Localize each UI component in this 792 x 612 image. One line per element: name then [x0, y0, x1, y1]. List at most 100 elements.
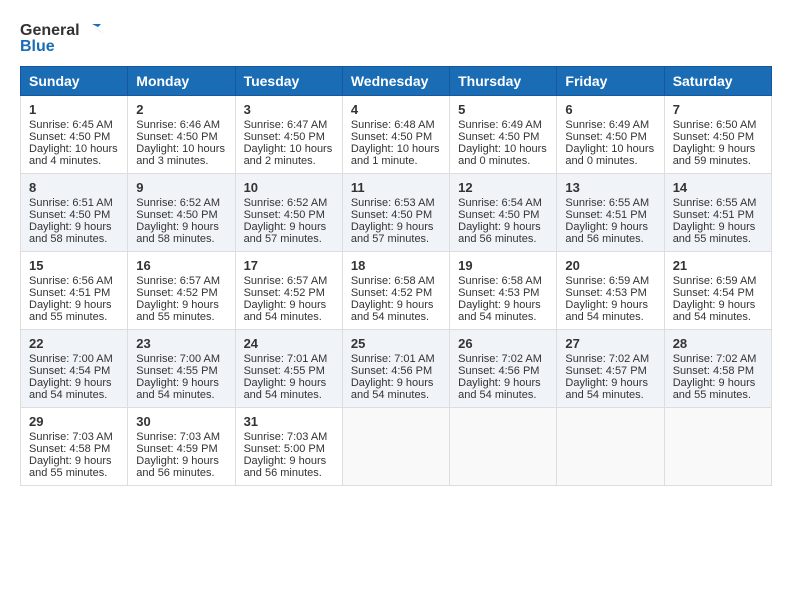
daylight-label: Daylight: 9 hours and 56 minutes. — [565, 221, 648, 245]
empty-cell — [450, 408, 557, 486]
sunset-label: Sunset: 4:50 PM — [351, 131, 432, 143]
sunrise-label: Sunrise: 6:53 AM — [351, 197, 435, 209]
calendar-day-cell: 1 Sunrise: 6:45 AM Sunset: 4:50 PM Dayli… — [21, 96, 128, 174]
sunset-label: Sunset: 4:54 PM — [29, 365, 110, 377]
calendar-week-row: 15 Sunrise: 6:56 AM Sunset: 4:51 PM Dayl… — [21, 252, 772, 330]
sunrise-label: Sunrise: 6:59 AM — [565, 275, 649, 287]
sunrise-label: Sunrise: 6:57 AM — [136, 275, 220, 287]
sunrise-label: Sunrise: 6:59 AM — [673, 275, 757, 287]
daylight-label: Daylight: 9 hours and 56 minutes. — [136, 455, 219, 479]
day-number: 25 — [351, 336, 441, 351]
calendar-week-row: 22 Sunrise: 7:00 AM Sunset: 4:54 PM Dayl… — [21, 330, 772, 408]
sunrise-label: Sunrise: 6:49 AM — [458, 119, 542, 131]
daylight-label: Daylight: 9 hours and 54 minutes. — [565, 299, 648, 323]
sunset-label: Sunset: 4:57 PM — [565, 365, 646, 377]
calendar-day-cell: 23 Sunrise: 7:00 AM Sunset: 4:55 PM Dayl… — [128, 330, 235, 408]
sunset-label: Sunset: 4:52 PM — [136, 287, 217, 299]
sunrise-label: Sunrise: 7:00 AM — [136, 353, 220, 365]
daylight-label: Daylight: 9 hours and 54 minutes. — [351, 377, 434, 401]
calendar-day-cell: 8 Sunrise: 6:51 AM Sunset: 4:50 PM Dayli… — [21, 174, 128, 252]
sunset-label: Sunset: 4:50 PM — [673, 131, 754, 143]
sunset-label: Sunset: 4:50 PM — [351, 209, 432, 221]
day-header-tuesday: Tuesday — [235, 67, 342, 96]
calendar-day-cell: 3 Sunrise: 6:47 AM Sunset: 4:50 PM Dayli… — [235, 96, 342, 174]
sunrise-label: Sunrise: 7:01 AM — [244, 353, 328, 365]
sunset-label: Sunset: 4:51 PM — [29, 287, 110, 299]
sunset-label: Sunset: 4:56 PM — [458, 365, 539, 377]
sunrise-label: Sunrise: 6:50 AM — [673, 119, 757, 131]
day-number: 8 — [29, 180, 119, 195]
daylight-label: Daylight: 9 hours and 54 minutes. — [244, 377, 327, 401]
daylight-label: Daylight: 10 hours and 0 minutes. — [458, 143, 547, 167]
calendar-day-cell: 4 Sunrise: 6:48 AM Sunset: 4:50 PM Dayli… — [342, 96, 449, 174]
sunset-label: Sunset: 4:50 PM — [244, 131, 325, 143]
calendar-day-cell: 20 Sunrise: 6:59 AM Sunset: 4:53 PM Dayl… — [557, 252, 664, 330]
sunset-label: Sunset: 4:50 PM — [458, 209, 539, 221]
day-number: 14 — [673, 180, 763, 195]
calendar-day-cell: 12 Sunrise: 6:54 AM Sunset: 4:50 PM Dayl… — [450, 174, 557, 252]
daylight-label: Daylight: 10 hours and 3 minutes. — [136, 143, 225, 167]
day-number: 31 — [244, 414, 334, 429]
calendar-day-cell: 31 Sunrise: 7:03 AM Sunset: 5:00 PM Dayl… — [235, 408, 342, 486]
calendar-day-cell: 6 Sunrise: 6:49 AM Sunset: 4:50 PM Dayli… — [557, 96, 664, 174]
daylight-label: Daylight: 9 hours and 55 minutes. — [29, 455, 112, 479]
daylight-label: Daylight: 9 hours and 55 minutes. — [673, 377, 756, 401]
day-number: 22 — [29, 336, 119, 351]
day-header-friday: Friday — [557, 67, 664, 96]
daylight-label: Daylight: 10 hours and 2 minutes. — [244, 143, 333, 167]
day-header-monday: Monday — [128, 67, 235, 96]
sunset-label: Sunset: 5:00 PM — [244, 443, 325, 455]
day-number: 30 — [136, 414, 226, 429]
sunset-label: Sunset: 4:52 PM — [244, 287, 325, 299]
daylight-label: Daylight: 9 hours and 57 minutes. — [351, 221, 434, 245]
calendar-day-cell: 14 Sunrise: 6:55 AM Sunset: 4:51 PM Dayl… — [664, 174, 771, 252]
sunset-label: Sunset: 4:51 PM — [673, 209, 754, 221]
daylight-label: Daylight: 9 hours and 58 minutes. — [29, 221, 112, 245]
sunset-label: Sunset: 4:50 PM — [136, 131, 217, 143]
day-number: 11 — [351, 180, 441, 195]
sunset-label: Sunset: 4:55 PM — [136, 365, 217, 377]
daylight-label: Daylight: 10 hours and 0 minutes. — [565, 143, 654, 167]
day-number: 27 — [565, 336, 655, 351]
calendar-day-cell: 7 Sunrise: 6:50 AM Sunset: 4:50 PM Dayli… — [664, 96, 771, 174]
empty-cell — [557, 408, 664, 486]
day-number: 2 — [136, 102, 226, 117]
sunrise-label: Sunrise: 6:46 AM — [136, 119, 220, 131]
daylight-label: Daylight: 9 hours and 55 minutes. — [673, 221, 756, 245]
day-number: 10 — [244, 180, 334, 195]
empty-cell — [664, 408, 771, 486]
day-number: 28 — [673, 336, 763, 351]
day-number: 18 — [351, 258, 441, 273]
calendar-day-cell: 27 Sunrise: 7:02 AM Sunset: 4:57 PM Dayl… — [557, 330, 664, 408]
daylight-label: Daylight: 9 hours and 54 minutes. — [351, 299, 434, 323]
calendar-day-cell: 5 Sunrise: 6:49 AM Sunset: 4:50 PM Dayli… — [450, 96, 557, 174]
sunset-label: Sunset: 4:50 PM — [244, 209, 325, 221]
daylight-label: Daylight: 9 hours and 54 minutes. — [565, 377, 648, 401]
sunset-label: Sunset: 4:50 PM — [565, 131, 646, 143]
sunrise-label: Sunrise: 7:01 AM — [351, 353, 435, 365]
daylight-label: Daylight: 9 hours and 56 minutes. — [244, 455, 327, 479]
sunset-label: Sunset: 4:50 PM — [29, 209, 110, 221]
sunrise-label: Sunrise: 7:02 AM — [673, 353, 757, 365]
calendar-day-cell: 13 Sunrise: 6:55 AM Sunset: 4:51 PM Dayl… — [557, 174, 664, 252]
sunrise-label: Sunrise: 6:52 AM — [136, 197, 220, 209]
sunset-label: Sunset: 4:50 PM — [29, 131, 110, 143]
calendar-day-cell: 18 Sunrise: 6:58 AM Sunset: 4:52 PM Dayl… — [342, 252, 449, 330]
daylight-label: Daylight: 9 hours and 54 minutes. — [458, 299, 541, 323]
logo-container: General Blue — [20, 20, 104, 56]
calendar-day-cell: 29 Sunrise: 7:03 AM Sunset: 4:58 PM Dayl… — [21, 408, 128, 486]
calendar-day-cell: 26 Sunrise: 7:02 AM Sunset: 4:56 PM Dayl… — [450, 330, 557, 408]
sunset-label: Sunset: 4:50 PM — [458, 131, 539, 143]
sunset-label: Sunset: 4:54 PM — [673, 287, 754, 299]
sunrise-label: Sunrise: 6:52 AM — [244, 197, 328, 209]
calendar-day-cell: 28 Sunrise: 7:02 AM Sunset: 4:58 PM Dayl… — [664, 330, 771, 408]
sunrise-label: Sunrise: 7:02 AM — [565, 353, 649, 365]
sunrise-label: Sunrise: 6:48 AM — [351, 119, 435, 131]
day-number: 4 — [351, 102, 441, 117]
calendar-header-row: SundayMondayTuesdayWednesdayThursdayFrid… — [21, 67, 772, 96]
day-header-sunday: Sunday — [21, 67, 128, 96]
day-number: 13 — [565, 180, 655, 195]
calendar-day-cell: 15 Sunrise: 6:56 AM Sunset: 4:51 PM Dayl… — [21, 252, 128, 330]
day-number: 23 — [136, 336, 226, 351]
sunset-label: Sunset: 4:53 PM — [565, 287, 646, 299]
